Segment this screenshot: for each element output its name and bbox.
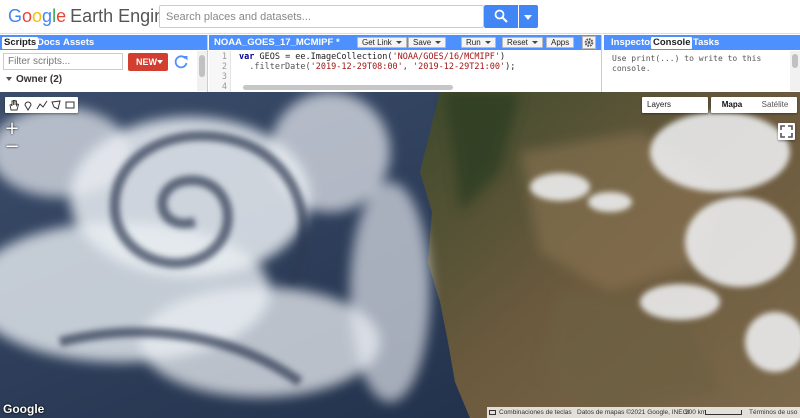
satellite-imagery (0, 92, 800, 418)
tab-tasks[interactable]: Tasks (691, 37, 721, 49)
scrollbar-thumb[interactable] (243, 85, 453, 90)
zoom-out-button[interactable]: − (3, 138, 21, 157)
drawing-tools (5, 97, 78, 113)
keyboard-icon (489, 410, 496, 415)
run-label: Run (466, 38, 481, 47)
code-editor-panel: NOAA_GOES_17_MCMIPF * Get Link Save Run … (209, 35, 602, 92)
map-type-satellite[interactable]: Satélite (753, 97, 797, 113)
chevron-down-icon (435, 41, 442, 44)
output-panel: Inspector Console Tasks Use print(...) t… (604, 35, 800, 92)
code-line: .filterDate('2019-12-29T08:00', '2019-12… (239, 62, 516, 72)
chevron-down-icon (484, 41, 491, 44)
google-map-logo[interactable]: Google (3, 402, 44, 416)
settings-button[interactable] (582, 36, 596, 49)
search-input[interactable] (159, 5, 484, 28)
code-line: var GEOS = ee.ImageCollection('NOAA/GOES… (239, 52, 506, 62)
reset-label: Reset (507, 38, 528, 47)
script-name-tab[interactable]: NOAA_GOES_17_MCMIPF * (211, 37, 343, 49)
save-button[interactable]: Save (408, 37, 447, 48)
line-number: 1 (221, 52, 227, 62)
console-scrollbar[interactable] (790, 51, 800, 91)
save-label: Save (413, 38, 432, 47)
owner-folder-label: Owner (2) (16, 74, 63, 85)
filter-scripts-input[interactable] (3, 53, 123, 70)
top-header: Google Earth Engine (0, 0, 800, 34)
fullscreen-icon (780, 125, 793, 138)
line-number: 3 (221, 72, 227, 82)
reset-button[interactable]: Reset (502, 37, 543, 48)
run-button[interactable]: Run (461, 37, 496, 48)
map-data-attribution[interactable]: Datos de mapas ©2021 Google, INEGI (577, 407, 689, 418)
map-footer: Combinaciones de teclas Datos de mapas ©… (487, 407, 800, 418)
editor-horizontal-scrollbar[interactable] (239, 85, 599, 91)
scripts-panel-tabbar: Scripts Docs Assets (0, 35, 207, 50)
apps-label: Apps (551, 38, 570, 47)
zoom-controls: + − (3, 120, 21, 157)
owner-folder[interactable]: Owner (2) (6, 74, 62, 85)
search-button[interactable] (484, 5, 518, 28)
search-options-dropdown[interactable] (519, 5, 538, 28)
tab-docs[interactable]: Docs (35, 37, 62, 49)
scale-label[interactable]: 200 km (685, 407, 706, 418)
get-link-label: Get Link (362, 38, 392, 47)
chevron-down-icon (531, 41, 538, 44)
tab-inspector[interactable]: Inspector (609, 37, 656, 49)
chevron-down-icon (395, 41, 402, 44)
keyboard-shortcuts-link[interactable]: Combinaciones de teclas (499, 407, 572, 418)
refresh-icon[interactable] (172, 53, 190, 71)
gear-icon (584, 38, 594, 47)
tab-console[interactable]: Console (651, 37, 693, 49)
output-panel-tabbar: Inspector Console Tasks (604, 35, 800, 50)
line-gutter: 1 2 3 4 (209, 51, 231, 92)
scrollbar-thumb[interactable] (792, 54, 798, 68)
code-area[interactable]: 1 2 3 4 var GEOS = ee.ImageCollection('N… (209, 51, 601, 92)
fullscreen-button[interactable] (778, 123, 795, 140)
marker-icon[interactable] (22, 99, 34, 111)
line-number: 2 (221, 62, 227, 72)
scripts-panel: Scripts Docs Assets NEW Owner (2) (0, 35, 208, 92)
terms-of-use-link[interactable]: Términos de uso (749, 407, 797, 418)
scrollbar-thumb[interactable] (199, 55, 205, 77)
line-draw-icon[interactable] (36, 99, 48, 111)
scripts-scrollbar[interactable] (197, 51, 207, 91)
get-link-button[interactable]: Get Link (357, 37, 407, 48)
tab-scripts[interactable]: Scripts (2, 37, 39, 49)
new-button-label: NEW (136, 57, 157, 67)
earth-engine-logo[interactable]: Google Earth Engine (8, 6, 174, 26)
polygon-draw-icon[interactable] (50, 99, 62, 111)
console-output: Use print(...) to write to this console. (612, 54, 762, 73)
layers-button[interactable]: Layers (642, 97, 708, 113)
rectangle-draw-icon[interactable] (64, 99, 76, 111)
line-number: 4 (221, 82, 227, 92)
search-icon (494, 9, 508, 23)
tab-assets[interactable]: Assets (61, 37, 96, 49)
caret-down-icon (6, 77, 12, 81)
editor-toolbar: NOAA_GOES_17_MCMIPF * Get Link Save Run … (209, 35, 601, 50)
chevron-down-icon (524, 15, 532, 20)
hand-pan-icon[interactable] (8, 99, 20, 111)
scale-bar (705, 410, 742, 415)
new-button[interactable]: NEW (128, 53, 168, 71)
chevron-down-icon (157, 60, 163, 64)
map-view[interactable]: + − Layers Mapa Satélite Google Combinac… (0, 92, 800, 418)
apps-button[interactable]: Apps (546, 37, 575, 48)
map-type-control: Mapa Satélite (711, 97, 797, 113)
map-type-map[interactable]: Mapa (711, 97, 753, 113)
